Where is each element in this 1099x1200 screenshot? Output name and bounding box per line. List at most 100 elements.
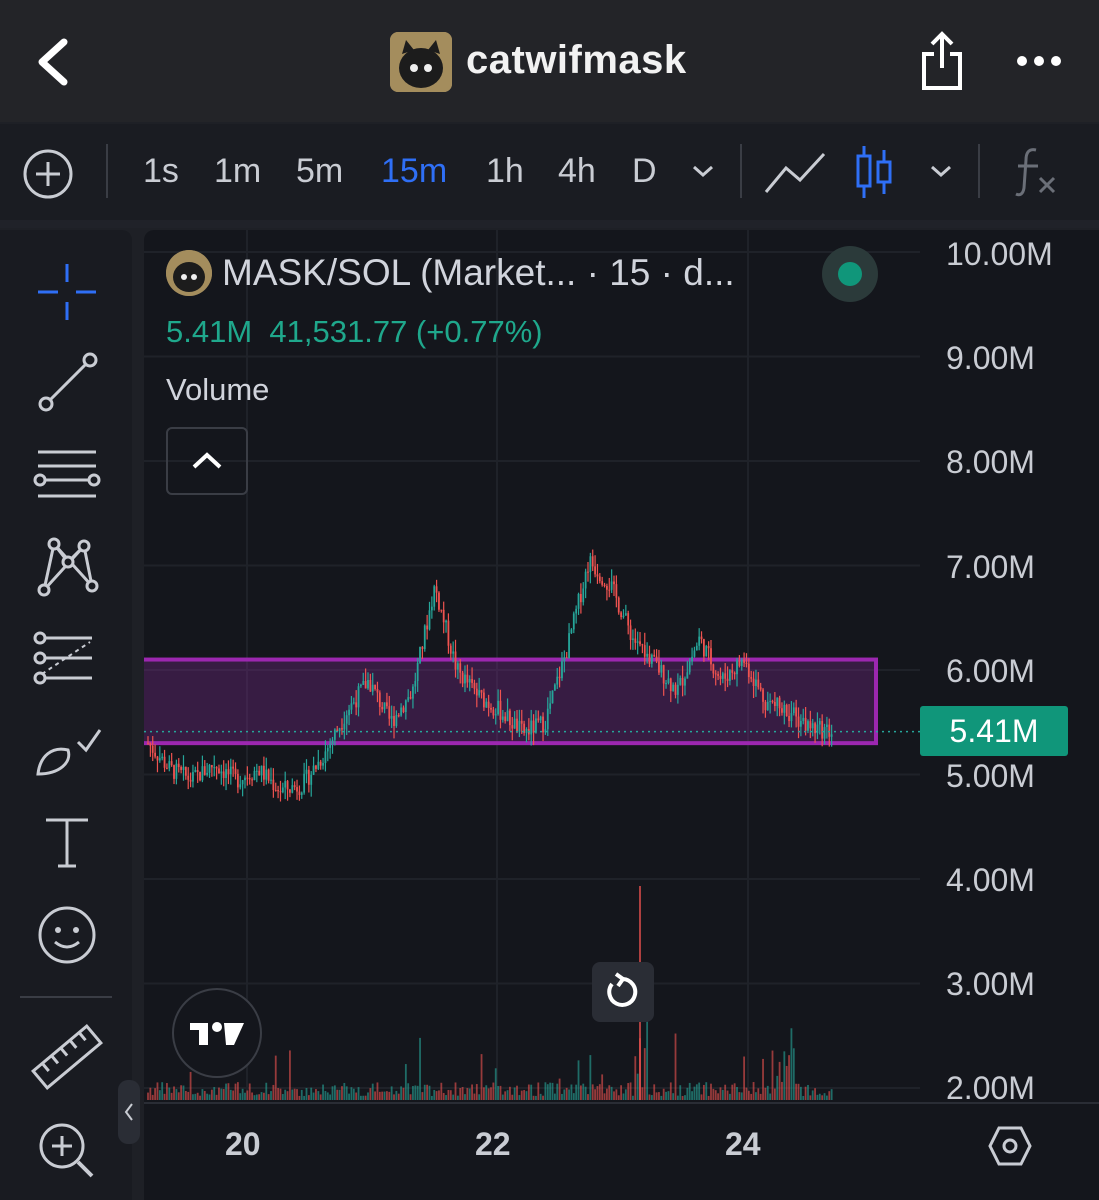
- candle-body: [653, 654, 656, 657]
- timeframe-d[interactable]: D: [632, 152, 657, 191]
- candle-body: [530, 720, 533, 735]
- candle-body: [433, 586, 436, 607]
- timeframe-1h[interactable]: 1h: [486, 152, 524, 191]
- volume-bar: [251, 1092, 253, 1100]
- candle-body: [766, 701, 769, 711]
- timeframe-chevron-down-icon[interactable]: [690, 162, 716, 180]
- volume-bar: [461, 1087, 464, 1100]
- candle-body: [636, 641, 639, 643]
- volume-bar: [792, 1048, 795, 1100]
- candle-body: [180, 767, 183, 770]
- candle-body: [445, 620, 447, 623]
- crosshair-icon[interactable]: [28, 258, 106, 328]
- line-chart-icon[interactable]: [764, 148, 826, 196]
- volume-bar: [229, 1089, 232, 1100]
- timeframe-5m[interactable]: 5m: [296, 152, 343, 191]
- candlestick-icon[interactable]: [854, 144, 894, 200]
- timeframe-1m[interactable]: 1m: [214, 152, 261, 191]
- volume-bar: [345, 1086, 348, 1100]
- candle-body: [676, 684, 679, 695]
- price-axis-tick: 3.00M: [946, 966, 1035, 1002]
- candle-body: [199, 772, 201, 781]
- share-icon[interactable]: [918, 30, 966, 92]
- volume-bar: [658, 1092, 660, 1100]
- timeframe-1s[interactable]: 1s: [143, 152, 179, 191]
- tradingview-logo[interactable]: [172, 988, 262, 1078]
- candle-body: [447, 620, 450, 646]
- volume-bar: [322, 1084, 324, 1100]
- settings-gear-icon[interactable]: [988, 1124, 1032, 1168]
- volume-bar: [558, 1078, 561, 1100]
- candle-body: [369, 679, 372, 692]
- volume-bar: [570, 1084, 573, 1100]
- collapse-panel-handle[interactable]: [118, 1080, 140, 1144]
- volume-bar: [421, 1092, 424, 1100]
- back-arrow-icon[interactable]: [28, 34, 78, 90]
- collapse-legend-button[interactable]: [166, 427, 248, 495]
- candle-body: [310, 774, 313, 785]
- timeframe-15m[interactable]: 15m: [381, 152, 447, 191]
- candle-body: [222, 771, 225, 778]
- add-plus-icon[interactable]: [22, 148, 74, 200]
- candle-body: [750, 677, 753, 679]
- candle-body: [724, 673, 727, 679]
- volume-bar: [312, 1092, 315, 1100]
- candle-body: [828, 724, 831, 737]
- volume-indicator-label[interactable]: Volume: [166, 372, 269, 408]
- horizontal-lines-icon[interactable]: [28, 440, 106, 510]
- candle-body: [166, 767, 168, 769]
- candle-body: [669, 678, 672, 692]
- volume-bar: [811, 1090, 814, 1100]
- candle-body: [601, 581, 604, 585]
- volume-bar: [615, 1089, 618, 1100]
- volume-bar: [563, 1089, 566, 1100]
- candle-body: [558, 676, 561, 679]
- indicators-fx-icon[interactable]: [1014, 144, 1058, 198]
- candle-body: [341, 728, 343, 730]
- volume-bar: [594, 1089, 596, 1100]
- pattern-tool-icon[interactable]: [28, 532, 106, 602]
- candle-body: [449, 645, 452, 654]
- price-axis-tick: 5.00M: [946, 758, 1035, 794]
- candle-body: [504, 716, 507, 722]
- timeframe-4h[interactable]: 4h: [558, 152, 596, 191]
- candle-body: [509, 710, 511, 726]
- candle-body: [381, 706, 384, 710]
- text-tool-icon[interactable]: [28, 806, 106, 876]
- fib-retracement-icon[interactable]: [28, 624, 106, 694]
- candle-body: [546, 708, 549, 730]
- volume-bar: [182, 1085, 185, 1100]
- zoom-in-icon[interactable]: [28, 1114, 106, 1184]
- volume-bar: [695, 1084, 698, 1100]
- candle-body: [471, 678, 473, 683]
- candle-body: [608, 589, 611, 591]
- volume-bar: [397, 1093, 400, 1100]
- candle-body: [357, 686, 360, 708]
- candle-body: [355, 702, 358, 708]
- candle-body: [388, 706, 391, 719]
- more-options-icon[interactable]: [1014, 50, 1064, 72]
- emoji-icon[interactable]: [28, 900, 106, 970]
- volume-bar: [253, 1095, 256, 1100]
- candle-body: [598, 576, 601, 582]
- volume-bar: [359, 1095, 362, 1100]
- volume-bar: [459, 1088, 462, 1100]
- trend-line-icon[interactable]: [28, 348, 106, 418]
- symbol-legend[interactable]: MASK/SOL (Market... · 15 · d...: [222, 252, 735, 294]
- volume-bar: [435, 1091, 438, 1100]
- volume-bar: [530, 1084, 533, 1100]
- volume-bar: [298, 1095, 301, 1100]
- brush-icon[interactable]: [28, 716, 106, 786]
- reset-chart-button[interactable]: [592, 962, 654, 1022]
- volume-bar: [244, 1092, 246, 1100]
- volume-bar: [542, 1095, 544, 1100]
- candle-body: [364, 680, 367, 689]
- volume-bar: [364, 1095, 367, 1100]
- ruler-icon[interactable]: [28, 1022, 106, 1092]
- volume-bar: [303, 1095, 306, 1100]
- chart-type-chevron-down-icon[interactable]: [928, 162, 954, 180]
- volume-bar: [686, 1087, 689, 1100]
- candle-body: [490, 708, 492, 710]
- volume-bar: [565, 1087, 568, 1100]
- candle-body: [698, 636, 701, 646]
